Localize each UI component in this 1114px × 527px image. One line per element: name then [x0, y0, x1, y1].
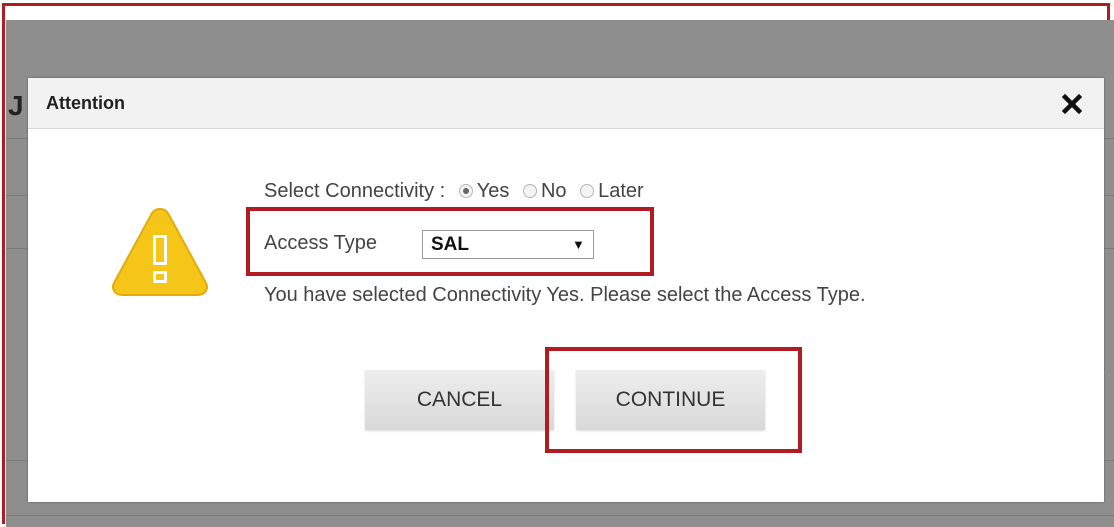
instruction-message: You have selected Connectivity Yes. Plea…	[264, 284, 866, 306]
access-type-select[interactable]: SAL ▼	[422, 230, 594, 259]
access-type-label: Access Type	[264, 232, 378, 254]
dialog-header: Attention	[28, 78, 1104, 129]
close-x-icon	[1061, 93, 1083, 115]
radio-yes[interactable]	[458, 184, 473, 198]
close-button[interactable]	[1058, 90, 1086, 118]
background-divider	[6, 515, 1114, 516]
background-text-fragment: J	[8, 90, 24, 121]
dialog-title: Attention	[46, 93, 125, 113]
radio-no-label: No	[540, 180, 567, 202]
access-type-value: SAL	[431, 234, 469, 255]
continue-button[interactable]: CONTINUE	[576, 370, 765, 430]
cancel-button[interactable]: CANCEL	[365, 370, 554, 430]
attention-dialog: Attention Select Connectivity : Yes No L…	[28, 78, 1104, 502]
radio-later[interactable]	[580, 184, 595, 198]
connectivity-label: Select Connectivity :	[264, 180, 446, 202]
radio-no[interactable]	[522, 184, 537, 198]
connectivity-row: Select Connectivity : Yes No Later	[264, 180, 644, 203]
radio-later-label: Later	[598, 180, 644, 202]
warning-triangle-icon	[112, 207, 208, 296]
dropdown-arrow-icon: ▼	[572, 237, 585, 252]
radio-yes-label: Yes	[476, 180, 510, 202]
